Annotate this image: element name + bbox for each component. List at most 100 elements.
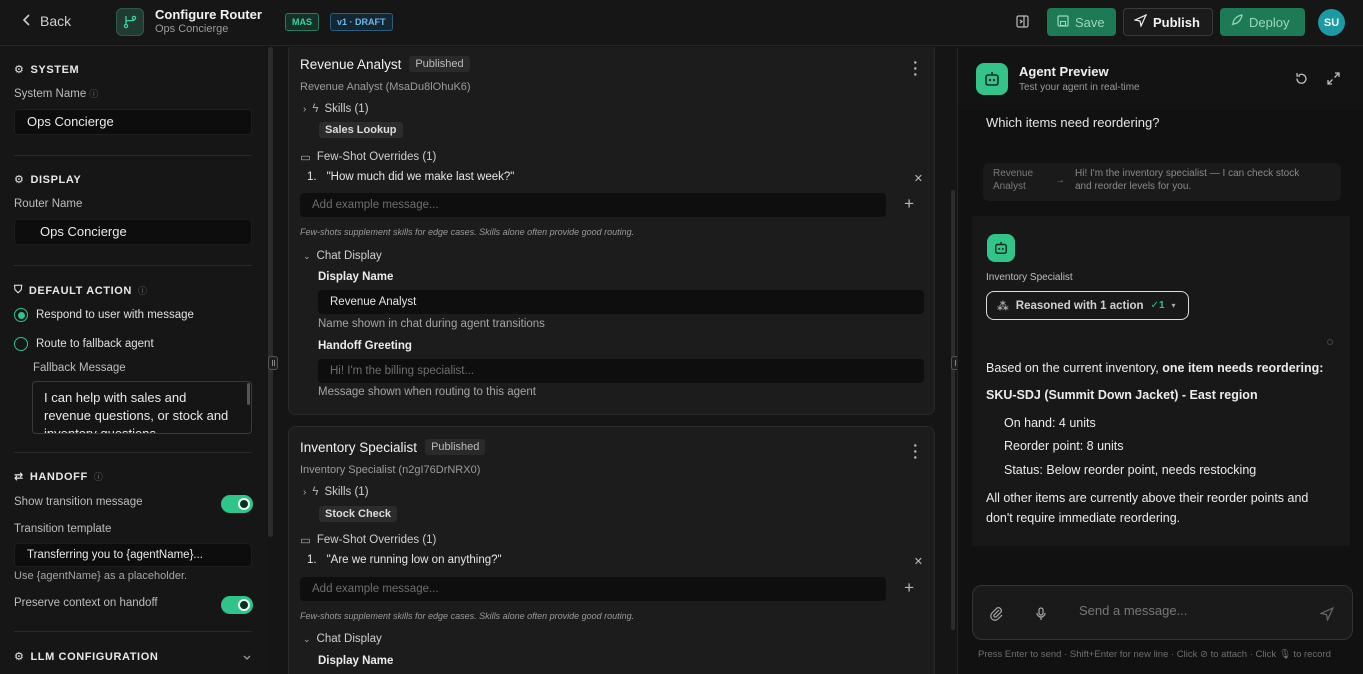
system-name-input[interactable]: Ops Concierge (14, 109, 252, 135)
sparkle-icon: ⁂ (997, 300, 1009, 313)
gear-icon: ⚙ (14, 651, 25, 663)
bullet-reorder-point: Reorder point: 8 units (1004, 439, 1124, 453)
handoff-greeting-input[interactable]: Hi! I'm the billing specialist... (318, 359, 924, 383)
chevron-down-icon[interactable] (242, 651, 252, 665)
skills-toggle[interactable]: › ϟ Skills (1) (303, 103, 369, 115)
add-example-icon[interactable]: + (904, 194, 914, 214)
radio-respond-user[interactable]: Respond to user with message (14, 308, 194, 322)
bolt-icon: ϟ (312, 486, 319, 498)
microphone-icon[interactable] (1035, 607, 1047, 624)
user-message: Which items need reordering? (986, 115, 1160, 130)
bot-icon (987, 234, 1015, 262)
page-title-block: Configure Router Ops Concierge (155, 7, 262, 35)
divider (14, 265, 252, 266)
answer-intro: Based on the current inventory, one item… (986, 361, 1324, 375)
help-icon: ⓘ (93, 472, 104, 482)
display-name-label: Display Name (318, 655, 394, 667)
back-button[interactable]: Back (22, 13, 71, 29)
radio-route-fallback[interactable]: Route to fallback agent (14, 337, 154, 351)
send-icon[interactable] (1318, 606, 1335, 624)
more-options-icon[interactable]: · · · (913, 438, 918, 464)
agent-card-revenue-analyst: Revenue Analyst Published · · · Revenue An… (288, 47, 935, 415)
status-badge: Published (409, 56, 470, 72)
agent-transition-note: Revenue Analyst → Hi! I'm the inventory s… (983, 163, 1341, 201)
reasoning-toggle[interactable]: ⁂ Reasoned with 1 action ✓1 ▾ (986, 291, 1189, 320)
publish-label: Publish (1153, 14, 1200, 30)
add-example-icon[interactable]: + (904, 578, 914, 598)
gear-icon: ⚙ (14, 174, 25, 186)
preserve-context-toggle[interactable] (221, 596, 253, 614)
toggle-panel-icon[interactable] (1016, 15, 1029, 31)
textarea-scrollbar[interactable] (247, 383, 250, 405)
chevron-down-icon: ⌄ (303, 250, 311, 261)
status-dot (1327, 339, 1333, 345)
agent-response-bubble: Inventory Specialist ⁂ Reasoned with 1 a… (972, 216, 1350, 546)
message-input[interactable]: Send a message... (1079, 603, 1187, 618)
agent-preview-panel: Agent Preview Test your agent in real-ti… (957, 48, 1363, 674)
agent-title: Inventory Specialist Published (300, 439, 486, 455)
resize-handle-left[interactable] (268, 356, 278, 370)
config-sidebar: ⚙ SYSTEM System Name ⓘ Ops Concierge ⚙ DIS… (0, 47, 266, 674)
expand-icon[interactable] (1327, 72, 1340, 88)
page-subtitle: Ops Concierge (155, 23, 229, 35)
display-name-hint: Name shown in chat during agent transiti… (318, 318, 545, 330)
agent-card-inventory-specialist: Inventory Specialist Published · · · Inven… (288, 426, 935, 674)
send-icon (1133, 13, 1148, 30)
more-options-icon[interactable]: · · · (913, 55, 918, 81)
agent-id: Inventory Specialist (n2gI76DrNRX0) (300, 464, 481, 476)
agent-name: Inventory Specialist (300, 439, 418, 455)
add-example-input[interactable]: Add example message... (300, 193, 886, 217)
back-label: Back (40, 13, 72, 29)
handoff-greeting-hint: Message shown when routing to this agent (318, 386, 536, 398)
fewshot-example: 1. "How much did we make last week?" (307, 171, 515, 183)
mas-badge: MAS (285, 13, 319, 31)
display-name-input[interactable]: Revenue Analyst (318, 290, 924, 314)
deploy-button[interactable]: Deploy (1220, 8, 1305, 36)
bullet-status: Status: Below reorder point, needs resto… (1004, 463, 1257, 477)
closing-line-2: don't require immediate reordering. (986, 511, 1181, 525)
divider (14, 631, 252, 632)
router-name-input[interactable]: Ops Concierge (14, 219, 252, 245)
sku-line: SKU-SDJ (Summit Down Jacket) - East regi… (986, 388, 1258, 402)
status-badge: Published (425, 439, 486, 455)
fallback-message-textarea[interactable]: I can help with sales and revenue questi… (32, 381, 252, 434)
chat-display-toggle[interactable]: ⌄ Chat Display (303, 250, 382, 262)
preview-header: Agent Preview Test your agent in real-ti… (958, 48, 1363, 110)
user-avatar[interactable]: SU (1318, 9, 1345, 36)
reset-icon[interactable] (1295, 72, 1308, 88)
fewshot-note: Few-shots supplement skills for edge cas… (300, 227, 635, 237)
save-button[interactable]: Save (1047, 8, 1116, 36)
chevron-down-icon: ⌄ (303, 633, 311, 644)
preview-title: Agent Preview (1019, 64, 1109, 79)
transition-greeting: Hi! I'm the inventory specialist — I can… (1075, 168, 1300, 192)
message-composer: Send a message... (972, 585, 1353, 640)
bot-icon (976, 63, 1008, 95)
paperclip-icon[interactable] (990, 607, 1004, 624)
save-label: Save (1075, 14, 1105, 30)
sidebar-scrollbar[interactable] (268, 47, 273, 537)
action-check: ✓1 (1150, 300, 1165, 311)
remove-example-icon[interactable]: ✕ (914, 555, 923, 568)
remove-example-icon[interactable]: ✕ (914, 172, 923, 185)
system-name-label: System Name ⓘ (14, 88, 99, 100)
preserve-context-label: Preserve context on handoff (14, 597, 158, 609)
deploy-label: Deploy (1249, 14, 1290, 30)
help-icon: ⓘ (89, 89, 99, 99)
add-example-input[interactable]: Add example message... (300, 577, 886, 601)
transition-from: Revenue Analyst (993, 168, 1034, 192)
placeholder-hint: Use {agentName} as a placeholder. (14, 570, 188, 582)
router-name-label: Router Name (14, 198, 83, 210)
chat-display-toggle[interactable]: ⌄ Chat Display (303, 633, 382, 645)
rocket-icon (1230, 14, 1243, 30)
divider (14, 452, 252, 453)
show-transition-toggle[interactable] (221, 495, 253, 513)
middle-scrollbar[interactable] (951, 190, 955, 630)
skills-toggle[interactable]: › ϟ Skills (1) (303, 486, 369, 498)
transition-template-input[interactable]: Transferring you to {agentName}... (14, 543, 252, 567)
fewshot-note: Few-shots supplement skills for edge cas… (300, 611, 635, 621)
page-title: Configure Router (155, 7, 262, 22)
top-bar: Back Configure Router Ops Concierge MAS … (0, 0, 1363, 46)
publish-button[interactable]: Publish (1123, 8, 1213, 36)
llm-config-section-title[interactable]: ⚙ LLM CONFIGURATION (14, 650, 158, 664)
version-badge: v1 · DRAFT (330, 13, 393, 31)
